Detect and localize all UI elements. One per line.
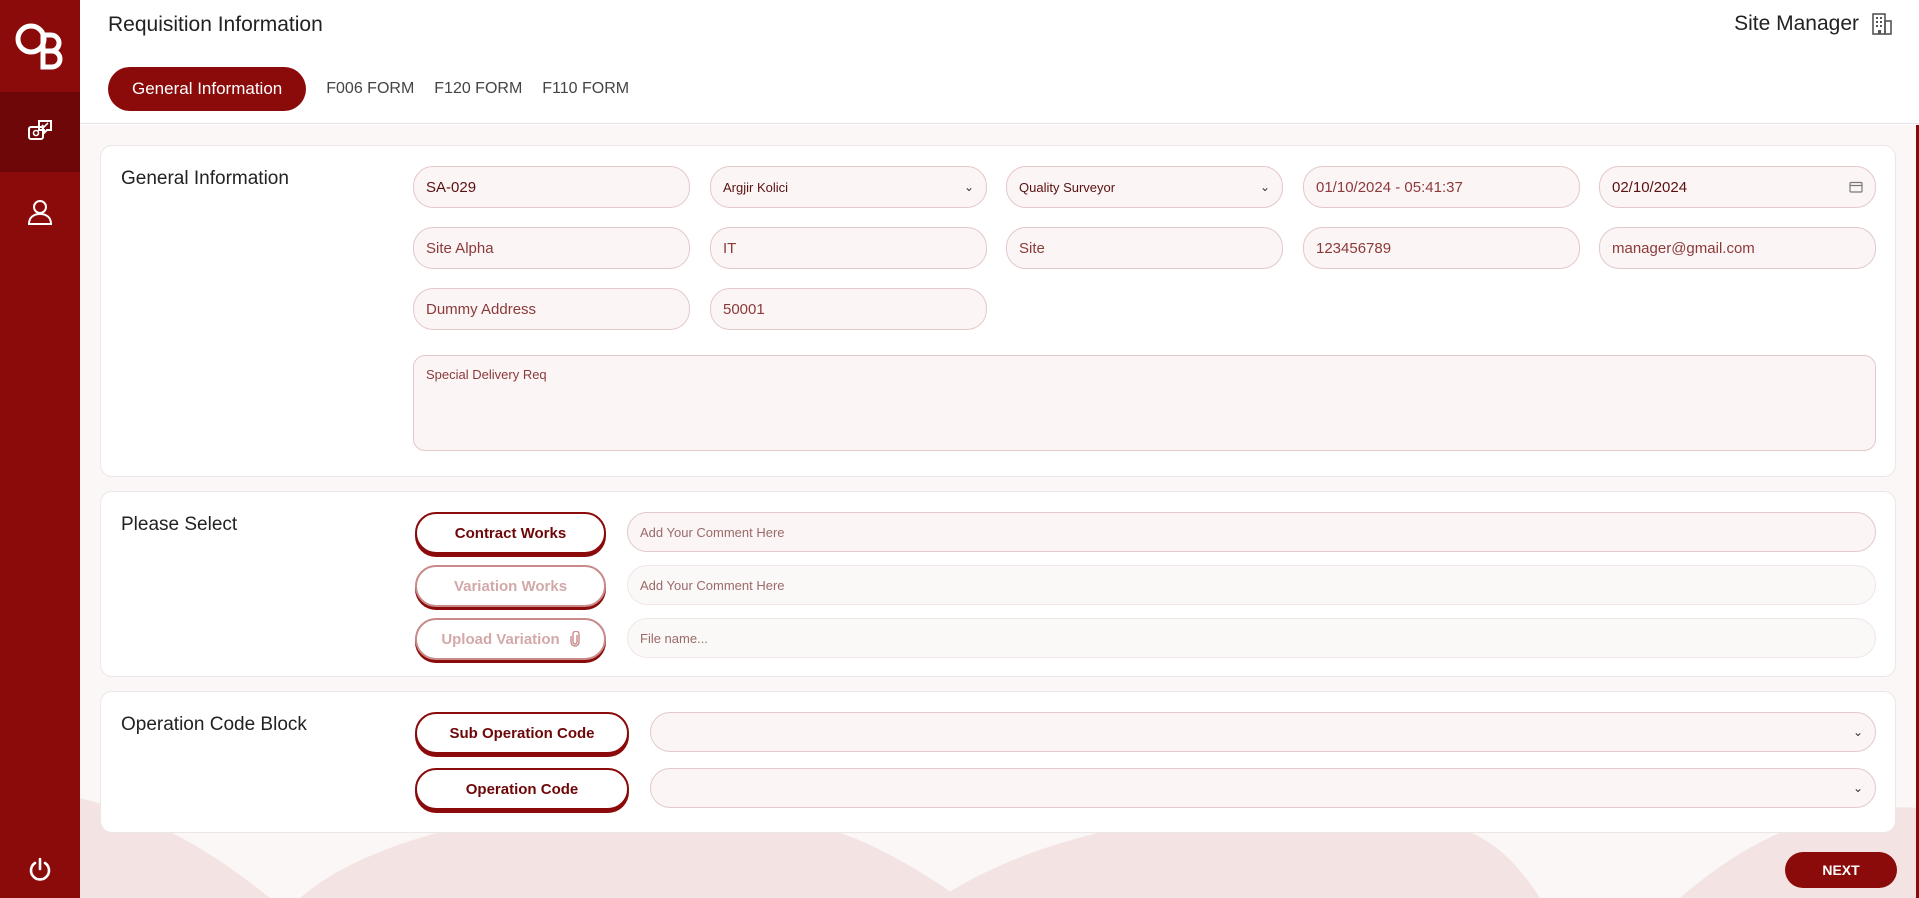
please-select-title: Please Select — [121, 514, 238, 535]
upload-variation-button[interactable]: Upload Variation — [415, 618, 606, 660]
person-select[interactable]: Argjir Kolici ⌄ — [710, 166, 987, 208]
address-field[interactable]: Dummy Address — [413, 288, 690, 330]
contract-works-button[interactable]: Contract Works — [415, 512, 606, 554]
required-date-value: 02/10/2024 — [1612, 178, 1688, 196]
top-bar: Requisition Information Site Manager Gen… — [80, 0, 1919, 124]
user-icon — [27, 200, 53, 225]
variation-comment-input[interactable]: Add Your Comment Here — [627, 565, 1876, 605]
file-name-input[interactable]: File name... — [627, 618, 1876, 658]
app-logo[interactable] — [0, 0, 80, 92]
tab-f006-form[interactable]: F006 FORM — [326, 80, 414, 98]
tab-general-information[interactable]: General Information — [108, 67, 307, 111]
chevron-down-icon: ⌄ — [963, 180, 974, 194]
operation-code-card: Operation Code Block Sub Operation Code … — [100, 691, 1896, 833]
general-information-title: General Information — [121, 168, 289, 189]
site-name-field[interactable]: Site Alpha — [413, 227, 690, 269]
user-role: Site Manager — [1734, 12, 1859, 35]
next-button[interactable]: NEXT — [1785, 852, 1897, 888]
sub-operation-code-select[interactable]: ⌄ — [650, 712, 1876, 752]
ob-logo-icon — [15, 23, 63, 70]
sidebar-item-profile[interactable] — [0, 172, 80, 252]
tab-f110-form[interactable]: F110 FORM — [542, 80, 629, 98]
operation-code-select[interactable]: ⌄ — [650, 768, 1876, 808]
chevron-down-icon: ⌄ — [1852, 725, 1863, 739]
logout-button[interactable] — [0, 848, 80, 892]
requisition-id-field[interactable]: SA-029 — [413, 166, 690, 208]
role-select[interactable]: Quality Surveyor ⌄ — [1006, 166, 1283, 208]
site-type-field[interactable]: Site — [1006, 227, 1283, 269]
email-field[interactable]: manager@gmail.com — [1599, 227, 1876, 269]
special-delivery-textarea[interactable]: Special Delivery Req — [413, 355, 1876, 451]
role-select-value: Quality Surveyor — [1019, 179, 1116, 195]
sub-operation-code-button[interactable]: Sub Operation Code — [415, 712, 629, 754]
chevron-down-icon: ⌄ — [1852, 781, 1863, 795]
department-field[interactable]: IT — [710, 227, 987, 269]
chevron-down-icon: ⌄ — [1259, 180, 1270, 194]
tab-f120-form[interactable]: F120 FORM — [434, 80, 522, 98]
please-select-card: Please Select Contract Works Add Your Co… — [100, 491, 1896, 677]
required-date-picker[interactable]: 02/10/2024 — [1599, 166, 1876, 208]
operation-code-title: Operation Code Block — [121, 714, 307, 735]
sidebar-item-requisitions[interactable] — [0, 92, 80, 172]
chat-settings-icon — [28, 120, 52, 140]
variation-works-button[interactable]: Variation Works — [415, 565, 606, 607]
upload-variation-label: Upload Variation — [441, 630, 560, 648]
power-icon — [29, 857, 51, 881]
main-content: General Information SA-029 Argjir Kolici… — [80, 125, 1919, 898]
postcode-field[interactable]: 50001 — [710, 288, 987, 330]
contract-comment-input[interactable]: Add Your Comment Here — [627, 512, 1876, 552]
page-title: Requisition Information — [108, 13, 323, 36]
phone-field[interactable]: 123456789 — [1303, 227, 1580, 269]
building-icon — [1872, 13, 1892, 35]
person-select-value: Argjir Kolici — [723, 179, 789, 195]
operation-code-button[interactable]: Operation Code — [415, 768, 629, 810]
sidebar — [0, 0, 80, 898]
created-datetime-field[interactable]: 01/10/2024 - 05:41:37 — [1303, 166, 1580, 208]
form-tabs: General Information F006 FORM F120 FORM … — [108, 67, 649, 111]
general-information-card: General Information SA-029 Argjir Kolici… — [100, 145, 1896, 477]
calendar-icon[interactable] — [1849, 181, 1863, 193]
user-area[interactable]: Site Manager — [1734, 12, 1893, 36]
paperclip-icon — [569, 631, 580, 647]
